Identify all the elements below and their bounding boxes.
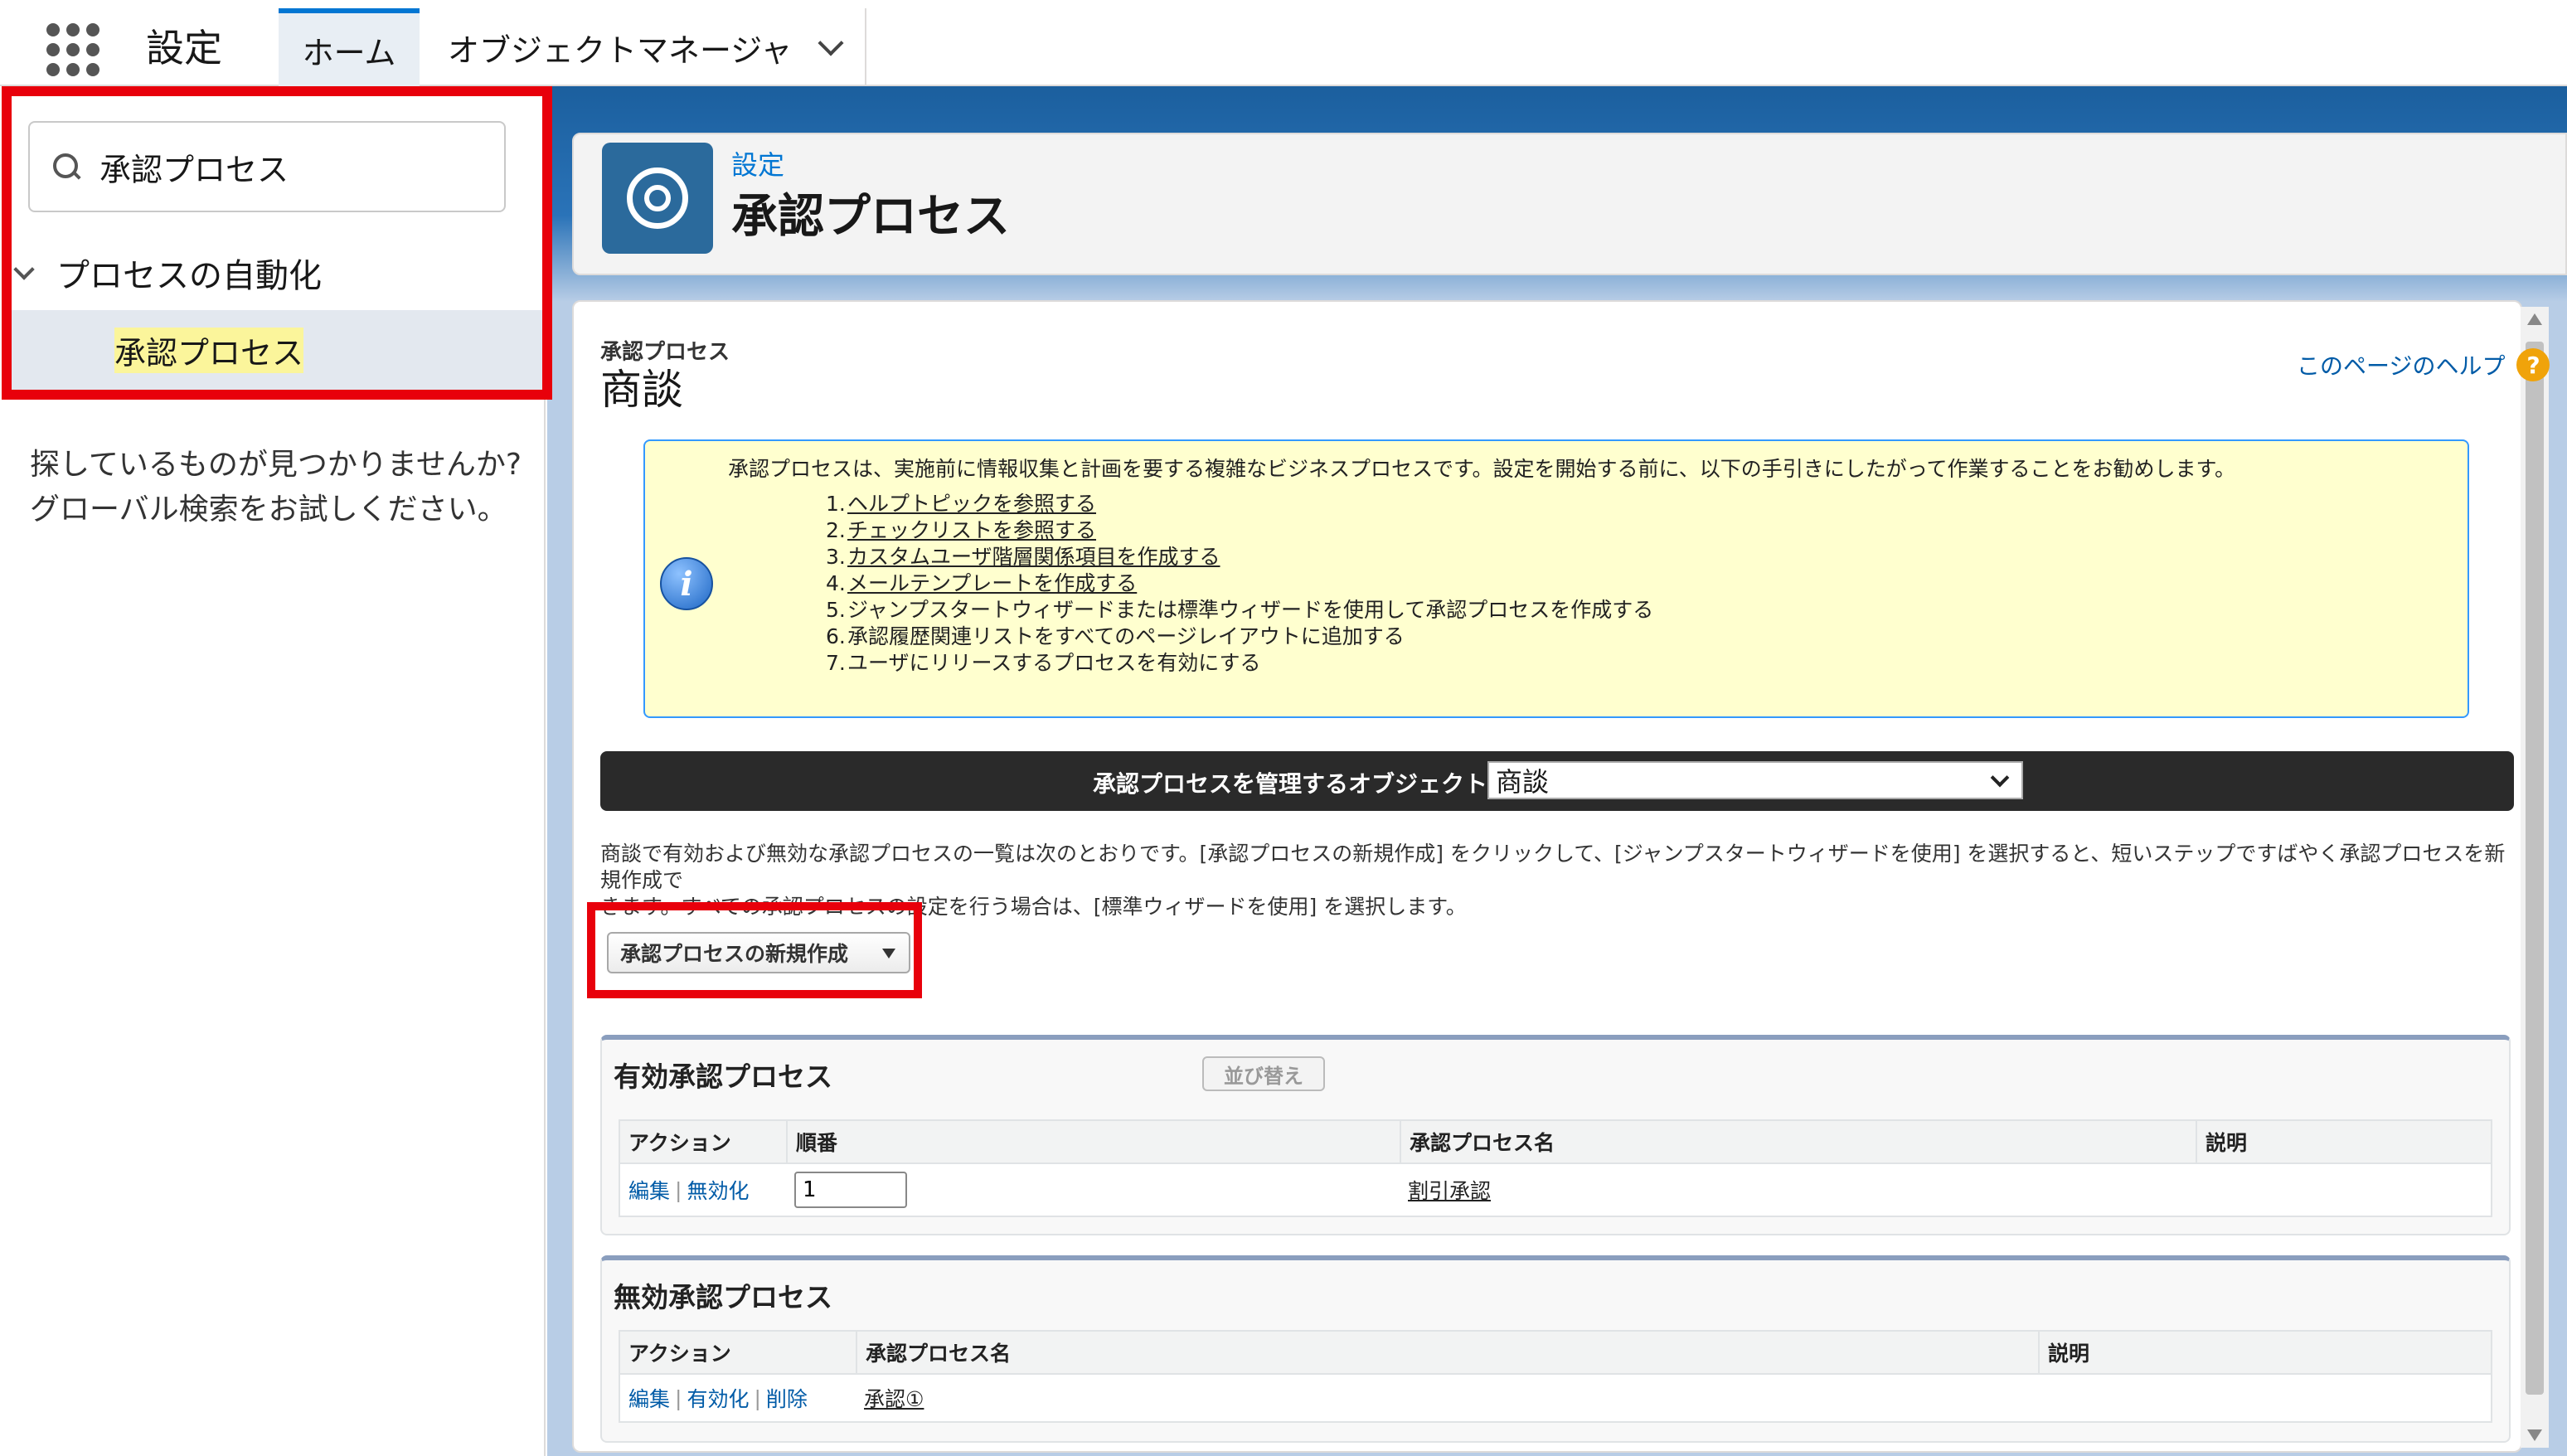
row-description xyxy=(2196,1164,2494,1216)
app-launcher-icon[interactable] xyxy=(46,23,99,76)
scrollbar[interactable] xyxy=(2521,307,2549,1448)
step-text: 承認履歴関連リストをすべてのページレイアウトに追加する xyxy=(847,624,1405,648)
sort-button[interactable]: 並び替え xyxy=(1202,1056,1325,1091)
step-link[interactable]: チェックリストを参照する xyxy=(847,518,1096,542)
step-link[interactable]: メールテンプレートを作成する xyxy=(847,571,1137,595)
tree-group-process-automation[interactable]: プロセスの自動化 xyxy=(13,249,322,297)
dropdown-arrow-icon[interactable] xyxy=(882,949,895,959)
new-approval-process-label: 承認プロセスの新規作成 xyxy=(620,942,849,966)
table-row: 編集|無効化 割引承認 xyxy=(620,1164,2491,1216)
row-name: 割引承認 xyxy=(1400,1164,2196,1216)
col-order: 順番 xyxy=(786,1121,1400,1162)
info-box: i 承認プロセスは、実施前に情報収集と計画を要する複雑なビジネスプロセスです。設… xyxy=(643,439,2469,718)
col-name: 承認プロセス名 xyxy=(856,1332,2038,1373)
search-icon xyxy=(50,150,83,183)
col-action: アクション xyxy=(628,1342,731,1366)
new-approval-process-button[interactable]: 承認プロセスの新規作成 xyxy=(607,932,910,973)
page-header: 設定 承認プロセス xyxy=(572,133,2567,275)
object-selector-label: 承認プロセスを管理するオブジェクト: xyxy=(1093,770,1497,798)
inactive-processes-table: アクション 承認プロセス名 説明 編集 | 有効化 | 削除 承認① xyxy=(619,1330,2492,1423)
tab-object-manager-label: オブジェクトマネージャ xyxy=(448,32,793,69)
list-item: 3.カスタムユーザ階層関係項目を作成する xyxy=(826,545,1220,569)
info-icon: i xyxy=(660,557,713,610)
row-description xyxy=(2038,1375,2494,1421)
page-title: 承認プロセス xyxy=(731,190,1010,244)
step-text: ジャンプスタートウィザードまたは標準ウィザードを使用して承認プロセスを作成する xyxy=(847,598,1654,622)
chevron-down-icon[interactable] xyxy=(13,259,35,280)
col-action: アクション xyxy=(628,1131,731,1155)
breadcrumb[interactable]: 設定 xyxy=(731,144,784,182)
not-found-message: 探しているものが見つかりませんか? グローバル検索をお試しください。 xyxy=(30,448,522,527)
quick-find-box[interactable] xyxy=(28,121,506,212)
tree-group-label: プロセスの自動化 xyxy=(56,257,322,295)
chevron-down-icon[interactable] xyxy=(818,30,844,56)
deactivate-link[interactable]: 無効化 xyxy=(687,1175,749,1205)
info-intro: 承認プロセスは、実施前に情報収集と計画を要する複雑なビジネスプロセスです。設定を… xyxy=(728,457,2236,481)
order-input[interactable] xyxy=(794,1172,907,1208)
app-title: 設定 xyxy=(146,26,222,70)
row-actions: 編集 | 有効化 | 削除 xyxy=(620,1375,856,1421)
col-name: 承認プロセス名 xyxy=(1400,1121,2196,1162)
tree-item-approval-processes[interactable]: 承認プロセス xyxy=(12,310,542,390)
table-row: 編集 | 有効化 | 削除 承認① xyxy=(620,1375,2491,1421)
tab-home[interactable]: ホーム xyxy=(279,8,420,86)
quick-find-input[interactable] xyxy=(98,148,479,186)
step-link[interactable]: ヘルプトピックを参照する xyxy=(847,492,1096,516)
scroll-up-icon[interactable] xyxy=(2527,313,2542,325)
row-name: 承認① xyxy=(856,1375,2038,1421)
step-link[interactable]: カスタムユーザ階層関係項目を作成する xyxy=(847,545,1220,569)
info-steps: 1.ヘルプトピックを参照する 2.チェックリストを参照する 3.カスタムユーザ階… xyxy=(826,491,1653,677)
tab-object-manager[interactable]: オブジェクトマネージャ xyxy=(423,8,867,86)
gear-icon xyxy=(602,143,713,254)
help-icon[interactable]: ? xyxy=(2516,348,2550,381)
inactive-processes-section: 無効承認プロセス アクション 承認プロセス名 説明 編集 | 有効化 | 削除 承認① xyxy=(600,1255,2511,1443)
list-item: 6.承認履歴関連リストをすべてのページレイアウトに追加する xyxy=(826,624,1405,648)
section-title: 無効承認プロセス xyxy=(614,1281,832,1313)
list-item: 7.ユーザにリリースするプロセスを有効にする xyxy=(826,651,1261,675)
row-order xyxy=(786,1164,1400,1216)
scroll-down-icon[interactable] xyxy=(2527,1429,2542,1441)
table-header: アクション 承認プロセス名 説明 xyxy=(620,1332,2491,1375)
global-header: 設定 ホーム オブジェクトマネージャ xyxy=(0,0,2567,86)
active-processes-section: 有効承認プロセス 並び替え アクション 順番 承認プロセス名 説明 編集 | 無効化… xyxy=(600,1035,2511,1235)
help-link[interactable]: このページのヘルプ ? xyxy=(2297,348,2550,381)
table-header: アクション 順番 承認プロセス名 説明 xyxy=(620,1121,2491,1164)
activate-link[interactable]: 有効化 xyxy=(687,1383,749,1413)
list-item: 5.ジャンプスタートウィザードまたは標準ウィザードを使用して承認プロセスを作成す… xyxy=(826,598,1654,622)
chevron-down-icon[interactable] xyxy=(1990,768,2010,788)
object-name: 商談 xyxy=(600,366,683,414)
step-text: ユーザにリリースするプロセスを有効にする xyxy=(847,651,1261,675)
list-item: 1.ヘルプトピックを参照する xyxy=(826,492,1097,516)
object-selector-bar: 承認プロセスを管理するオブジェクト: 商談 xyxy=(600,751,2514,811)
col-description: 説明 xyxy=(2196,1121,2494,1162)
active-processes-table: アクション 順番 承認プロセス名 説明 編集|無効化 割引承認 xyxy=(619,1119,2492,1217)
edit-link[interactable]: 編集 xyxy=(628,1383,670,1413)
delete-link[interactable]: 削除 xyxy=(766,1383,808,1413)
scrollbar-thumb[interactable] xyxy=(2526,342,2544,1395)
edit-link[interactable]: 編集 xyxy=(628,1175,670,1205)
process-name-link[interactable]: 承認① xyxy=(864,1383,924,1413)
object-select-value: 商談 xyxy=(1496,766,1550,798)
object-select[interactable]: 商談 xyxy=(1487,761,2023,799)
col-description: 説明 xyxy=(2038,1332,2494,1373)
help-link-label[interactable]: このページのヘルプ xyxy=(2297,348,2505,381)
process-name-link[interactable]: 割引承認 xyxy=(1408,1175,1491,1205)
tree-item-label: 承認プロセス xyxy=(114,327,304,373)
list-item: 4.メールテンプレートを作成する xyxy=(826,571,1138,595)
list-item: 2.チェックリストを参照する xyxy=(826,518,1097,542)
row-actions: 編集 | 無効化 xyxy=(620,1164,786,1216)
section-title: 有効承認プロセス xyxy=(614,1060,832,1093)
